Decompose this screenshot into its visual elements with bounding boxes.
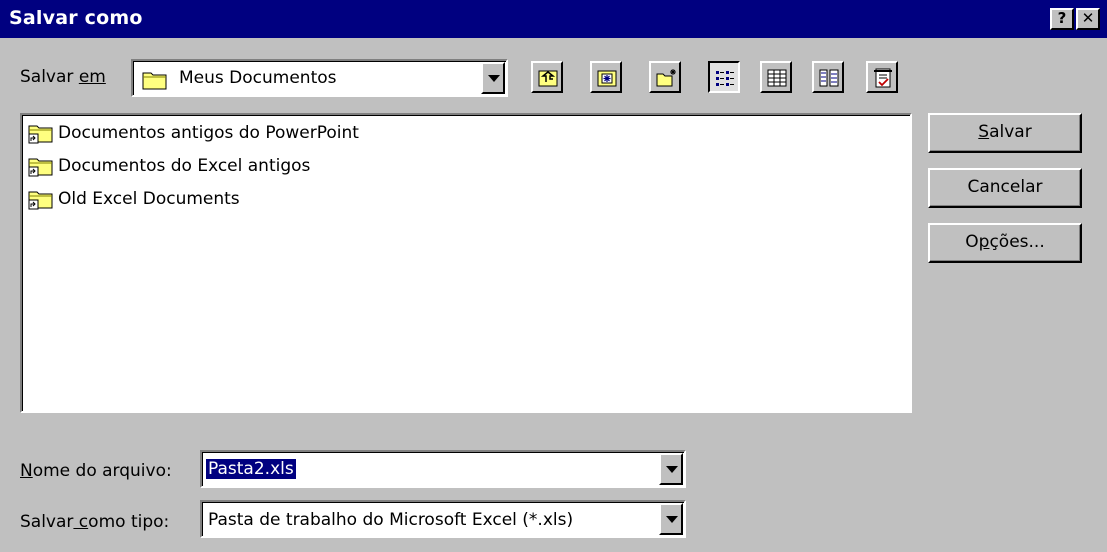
folder-icon — [142, 72, 167, 90]
file-name: Old Excel Documents — [58, 189, 240, 209]
list-view-button[interactable] — [708, 61, 740, 93]
title-bar[interactable]: Salvar como ? ✕ — [0, 0, 1107, 38]
chevron-down-icon — [666, 466, 678, 473]
save-in-dropdown[interactable]: Meus Documentos — [131, 59, 508, 97]
cancel-button[interactable]: Cancelar — [928, 168, 1082, 208]
filetype-dropdown[interactable]: Pasta de trabalho do Microsoft Excel (*.… — [200, 500, 686, 538]
properties-view-button[interactable] — [812, 61, 844, 93]
filetype-label: Salvar como tipo: — [20, 512, 170, 532]
filename-field[interactable]: Pasta2.xls — [200, 450, 686, 488]
close-button[interactable]: ✕ — [1076, 8, 1100, 30]
commands-button[interactable] — [866, 61, 898, 93]
desktop-button[interactable] — [590, 61, 622, 93]
new-folder-button[interactable] — [649, 61, 681, 93]
file-name: Documentos do Excel antigos — [58, 156, 311, 176]
chevron-down-icon — [488, 75, 500, 82]
list-item[interactable]: Old Excel Documents — [28, 184, 240, 214]
details-view-icon — [767, 69, 787, 87]
filetype-value: Pasta de trabalho do Microsoft Excel (*.… — [208, 510, 574, 530]
close-icon: ✕ — [1081, 9, 1095, 27]
window-title: Salvar como — [9, 7, 143, 29]
filename-label: Nome do arquivo: — [20, 461, 172, 481]
folder-shortcut-icon — [28, 158, 53, 177]
commands-icon — [874, 68, 892, 88]
save-in-label: Salvar em — [20, 67, 106, 87]
save-in-dropdown-button[interactable] — [481, 62, 505, 94]
folder-shortcut-icon — [28, 125, 53, 144]
file-list[interactable]: Documentos antigos do PowerPoint Documen… — [20, 113, 912, 413]
save-in-value: Meus Documentos — [179, 68, 337, 88]
up-one-level-button[interactable] — [531, 61, 563, 93]
options-button[interactable]: Opções... — [928, 223, 1082, 263]
new-folder-icon — [656, 69, 676, 87]
list-item[interactable]: Documentos antigos do PowerPoint — [28, 118, 359, 148]
save-button[interactable]: Salvar — [928, 113, 1082, 153]
file-name: Documentos antigos do PowerPoint — [58, 123, 359, 143]
filename-value[interactable]: Pasta2.xls — [206, 459, 296, 479]
desktop-icon — [597, 70, 617, 87]
details-view-button[interactable] — [760, 61, 792, 93]
filename-dropdown-button[interactable] — [659, 453, 683, 485]
up-one-level-icon — [538, 70, 558, 87]
help-button[interactable]: ? — [1050, 8, 1074, 30]
chevron-down-icon — [666, 516, 678, 523]
properties-view-icon — [819, 69, 839, 87]
filetype-dropdown-button[interactable] — [659, 503, 683, 535]
folder-shortcut-icon — [28, 191, 53, 210]
list-view-icon — [716, 71, 734, 86]
help-icon: ? — [1057, 9, 1067, 27]
list-item[interactable]: Documentos do Excel antigos — [28, 151, 310, 181]
